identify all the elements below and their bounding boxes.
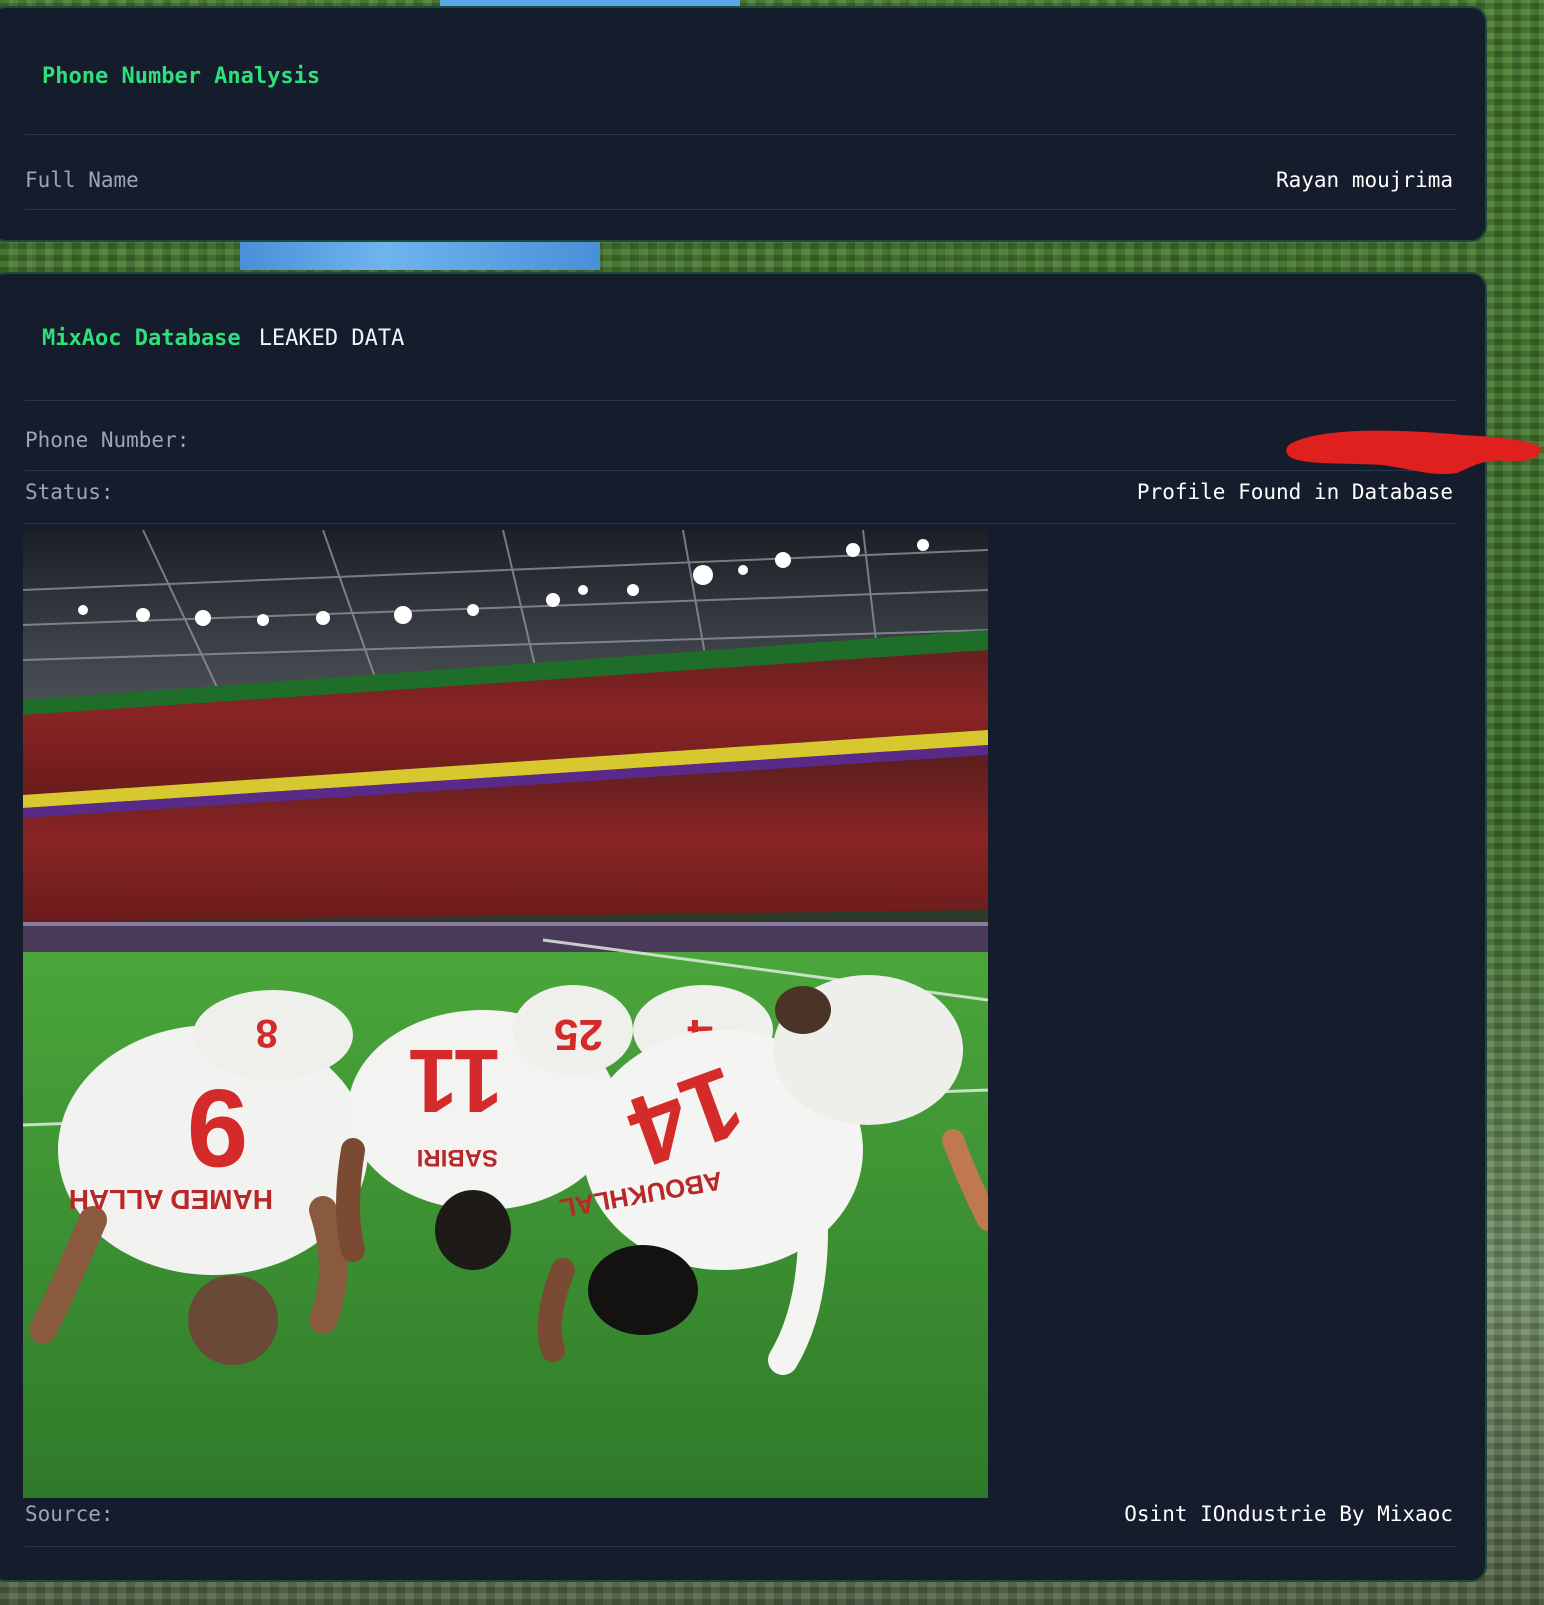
- status-label: Status:: [25, 480, 114, 504]
- status-value: Profile Found in Database: [1136, 480, 1453, 504]
- profile-photo: 9 HAMED ALLAH 8 11 SABIRI 25 4 14 ABOUKH…: [23, 530, 988, 1498]
- phone-analysis-card: Phone Number Analysis Full Name Rayan mo…: [0, 6, 1487, 242]
- database-title-text: MixAoc Database: [42, 326, 241, 351]
- jersey-name: SABIRI: [417, 1144, 498, 1171]
- jersey-name: HAMED ALLAH: [69, 1184, 273, 1215]
- database-title: MixAoc Database LEAKED DATA: [42, 326, 404, 351]
- jersey-number: 11: [408, 1030, 503, 1130]
- redaction-mark: [1286, 430, 1541, 475]
- jersey-number: 9: [187, 1066, 248, 1189]
- full-name-value: Rayan moujrima: [1275, 168, 1453, 192]
- divider: [25, 400, 1457, 401]
- full-name-label: Full Name: [25, 168, 139, 192]
- phone-analysis-title: Phone Number Analysis: [42, 64, 321, 89]
- divider: [25, 209, 1457, 210]
- leaked-data-tag: LEAKED DATA: [258, 326, 405, 351]
- background-sky-patch: [240, 240, 600, 270]
- divider: [25, 470, 1457, 471]
- jersey-number: 8: [256, 1011, 278, 1055]
- jersey-number: 25: [554, 1010, 603, 1059]
- divider: [25, 134, 1457, 135]
- divider: [25, 1546, 1457, 1547]
- stadium-photo-svg: 9 HAMED ALLAH 8 11 SABIRI 25 4 14 ABOUKH…: [23, 530, 988, 1498]
- source-label: Source:: [25, 1502, 114, 1526]
- phone-number-label: Phone Number:: [25, 428, 190, 452]
- divider: [25, 523, 1457, 524]
- source-value: Osint IOndustrie By Mixaoc: [1124, 1502, 1453, 1526]
